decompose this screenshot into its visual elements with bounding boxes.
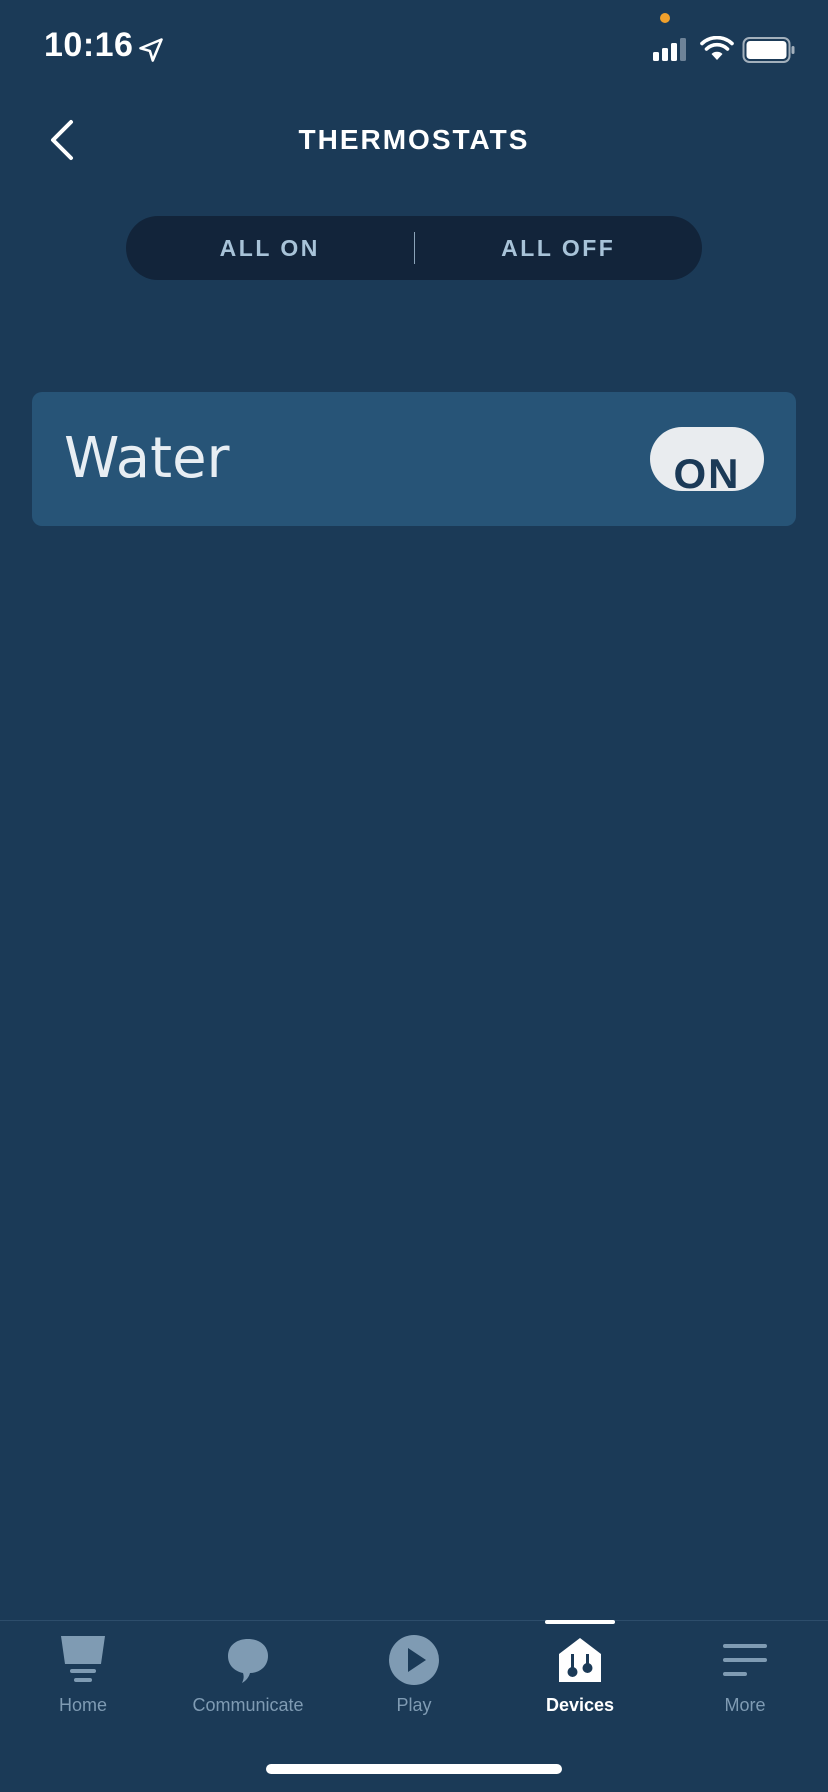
tab-devices[interactable]: Devices <box>497 1633 663 1743</box>
play-icon <box>387 1633 441 1687</box>
active-tab-indicator <box>545 1620 615 1624</box>
location-arrow-icon <box>139 38 163 62</box>
devices-icon <box>553 1633 607 1687</box>
tab-communicate[interactable]: Communicate <box>165 1633 331 1743</box>
all-on-off-segmented-control: ALL ON ALL OFF <box>126 216 702 280</box>
tab-label: Home <box>58 1695 107 1715</box>
menu-icon <box>718 1633 772 1687</box>
tab-play[interactable]: Play <box>331 1633 497 1743</box>
app-screen: 10:16 THERMOSTATS ALL ON ALL OFF Water O… <box>0 0 828 1792</box>
all-on-button[interactable]: ALL ON <box>126 216 414 280</box>
device-card-water[interactable]: Water ON <box>32 392 796 526</box>
chat-bubble-icon <box>221 1633 275 1687</box>
power-toggle[interactable]: ON <box>650 427 764 491</box>
all-off-button[interactable]: ALL OFF <box>415 216 703 280</box>
home-icon <box>56 1633 110 1687</box>
tab-label: More <box>724 1695 766 1715</box>
tab-label: Play <box>396 1695 432 1715</box>
device-name: Water <box>64 426 230 491</box>
privacy-indicator-dot <box>660 13 670 23</box>
toggle-label: ON <box>673 450 741 491</box>
tab-label: Communicate <box>192 1695 304 1715</box>
cellular-signal-icon <box>653 38 686 61</box>
page-title: THERMOSTATS <box>298 124 530 155</box>
wifi-icon <box>700 36 734 60</box>
tab-more[interactable]: More <box>662 1633 828 1743</box>
tab-label: Devices <box>545 1695 615 1715</box>
status-time: 10:16 <box>44 26 134 64</box>
home-indicator[interactable] <box>266 1764 562 1774</box>
battery-icon <box>742 37 795 63</box>
status-bar: 10:16 <box>0 0 828 100</box>
tab-home[interactable]: Home <box>0 1633 166 1743</box>
